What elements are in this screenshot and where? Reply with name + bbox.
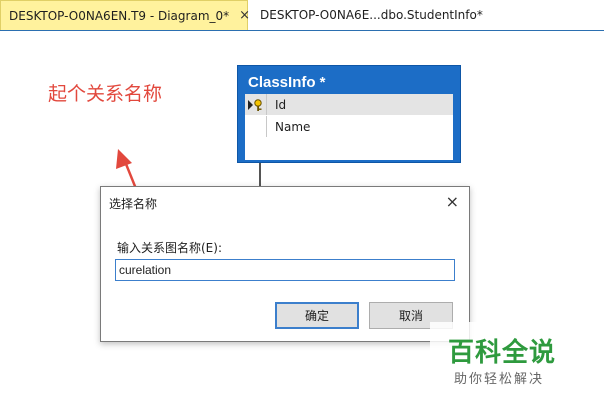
close-icon[interactable]: × [446,192,459,211]
primary-key-icon [247,98,262,111]
table-classinfo[interactable]: ClassInfo * Id Name [237,65,461,163]
column-name: Name [275,119,311,134]
column-row-name[interactable]: Name [245,116,453,137]
choose-name-dialog: 选择名称 × 输入关系图名称(E): 确定 取消 [100,186,470,342]
row-selector[interactable] [245,116,267,137]
watermark-subtitle: 助你轻松解决 [454,372,545,387]
ok-button[interactable]: 确定 [275,302,359,329]
document-tab-bar: DESKTOP-O0NA6EN.T9 - Diagram_0* × DESKTO… [0,0,604,31]
tab-diagram-label: DESKTOP-O0NA6EN.T9 - Diagram_0* [9,8,230,23]
dialog-title: 选择名称 [109,197,158,211]
annotation-text: 起个关系名称 [48,83,163,105]
name-input-label: 输入关系图名称(E): [117,241,222,255]
diagram-name-input[interactable] [115,259,455,281]
close-icon[interactable]: × [239,9,250,22]
column-row-id[interactable]: Id [245,94,453,115]
row-selector[interactable] [245,94,267,115]
table-columns-grid: Id Name [245,94,453,160]
watermark-title: 百科全说 [448,338,557,368]
watermark: 百科全说 助你轻松解决 [430,322,604,417]
column-name: Id [275,97,287,112]
tab-studentinfo-label: DESKTOP-O0NA6E...dbo.StudentInfo* [260,8,483,22]
tab-studentinfo[interactable]: DESKTOP-O0NA6E...dbo.StudentInfo* [252,0,502,30]
tab-diagram[interactable]: DESKTOP-O0NA6EN.T9 - Diagram_0* × [0,0,250,30]
table-title: ClassInfo * [248,74,326,91]
